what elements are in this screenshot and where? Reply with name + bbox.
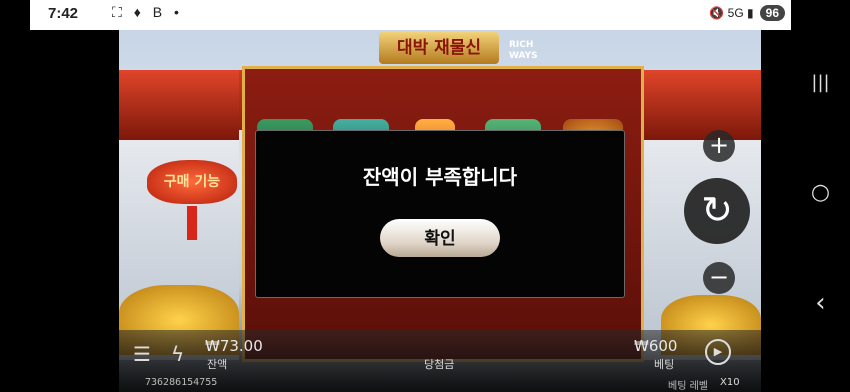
menu-icon[interactable]: ☰ bbox=[133, 342, 151, 366]
game-subtitle-line1: RICH bbox=[509, 40, 534, 50]
navigation-bar: ||| ○ ‹ bbox=[791, 0, 850, 392]
dialog-message: 잔액이 부족합니다 bbox=[362, 165, 518, 189]
bet-level-value: X10 bbox=[720, 377, 740, 388]
autoplay-icon[interactable]: ▶ bbox=[705, 339, 731, 365]
game-subtitle-line2: WAYS bbox=[509, 51, 538, 61]
increase-bet-button[interactable]: + bbox=[703, 130, 735, 162]
back-icon[interactable]: ‹ bbox=[791, 288, 850, 318]
status-bar: 7:42 ⛶ ♦ B • 🔇 5G ▮ 96 bbox=[30, 0, 791, 30]
status-right: 🔇 5G ▮ 96 bbox=[709, 5, 785, 21]
signal-icons: 🔇 5G ▮ bbox=[709, 6, 754, 20]
session-id: 736286154755 bbox=[145, 377, 218, 388]
game-subtitle: RICH WAYS bbox=[509, 40, 538, 62]
balance-label: 잔액 bbox=[207, 358, 228, 371]
insufficient-balance-dialog: 잔액이 부족합니다 확인 bbox=[255, 130, 625, 298]
clock: 7:42 bbox=[48, 5, 79, 22]
bet-label: 베팅 bbox=[654, 358, 675, 371]
buy-feature-button[interactable]: 구매 기능 bbox=[147, 160, 237, 204]
win-label: 당첨금 bbox=[424, 358, 455, 371]
notification-icons: ⛶ ♦ B • bbox=[112, 4, 183, 20]
game-title: 대박 재물신 bbox=[379, 32, 499, 64]
home-icon[interactable]: ○ bbox=[791, 180, 850, 205]
balance-value: ₩73.00 bbox=[205, 337, 263, 355]
temple-roof-right bbox=[641, 70, 761, 146]
temple-roof-left bbox=[119, 70, 239, 146]
confirm-button[interactable]: 확인 bbox=[380, 219, 500, 257]
decrease-bet-button[interactable]: − bbox=[703, 262, 735, 294]
lantern-tassel bbox=[187, 206, 197, 240]
bet-level-label: 베팅 레벨 bbox=[668, 381, 708, 392]
bet-value: ₩600 bbox=[634, 337, 678, 355]
recents-icon[interactable]: ||| bbox=[791, 72, 850, 93]
battery-badge: 96 bbox=[759, 5, 785, 21]
turbo-icon[interactable]: ϟ bbox=[171, 342, 184, 366]
spin-button[interactable]: ↻ bbox=[684, 178, 750, 244]
